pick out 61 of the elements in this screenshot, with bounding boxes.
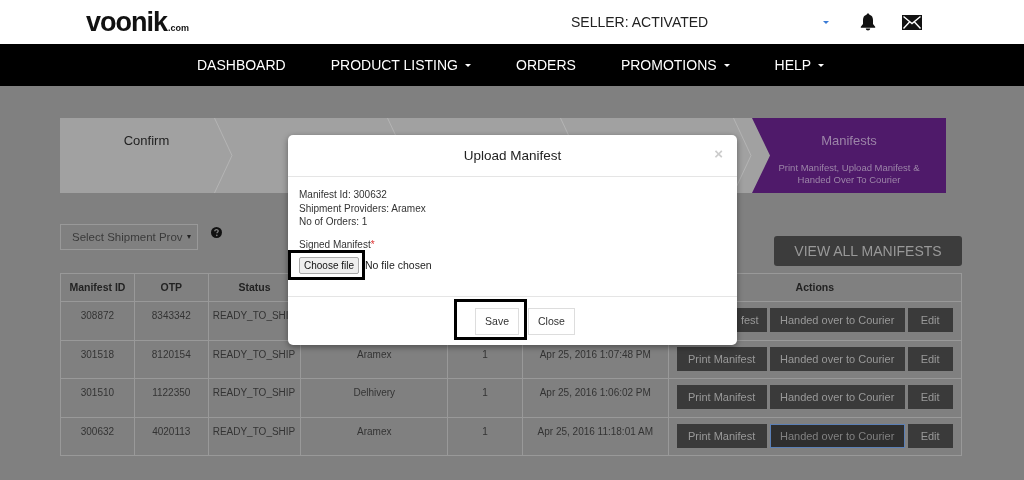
edit-button[interactable]: Edit bbox=[907, 423, 953, 448]
table-cell-text: READY_TO_SHI bbox=[212, 310, 289, 323]
step-label: Confirm bbox=[123, 133, 170, 148]
edit-button[interactable]: Edit bbox=[907, 308, 953, 332]
print-manifest-button[interactable]: Print Manifest bbox=[676, 346, 767, 371]
table-cell-text: READY_TO_SHIP bbox=[212, 348, 296, 362]
column-header: Status bbox=[238, 281, 271, 295]
table-cell-text: 1 bbox=[482, 387, 488, 400]
nav-link[interactable]: ORDERS bbox=[516, 57, 576, 73]
view-all-manifests-button[interactable]: VIEW ALL MANIFESTS bbox=[774, 236, 962, 266]
close-button[interactable]: Close bbox=[528, 307, 575, 335]
step-subtitle: Print Manifest, Upload Manifest & Handed Over To Courier bbox=[777, 162, 921, 186]
handed-over-button[interactable]: Handed over to Courier bbox=[769, 346, 905, 371]
table-cell-text: 301518 bbox=[80, 348, 115, 362]
table-cell-text: Apr 25, 2016 1:07:48 PM bbox=[539, 348, 651, 362]
handed-over-button[interactable]: Handed over to Courier bbox=[769, 385, 905, 409]
table-cell-text: 4020113 bbox=[152, 425, 191, 439]
table-cell-text: 301510 bbox=[80, 387, 115, 400]
logo[interactable]: voonik.com bbox=[86, 6, 190, 38]
table-cell-text: Delhivery bbox=[353, 387, 396, 400]
column-header: OTP bbox=[160, 281, 183, 295]
bell-icon[interactable] bbox=[860, 13, 877, 31]
table-cell-text: READY_TO_SHIP bbox=[212, 387, 296, 400]
nav-link[interactable]: PRODUCT LISTING bbox=[330, 57, 471, 73]
table-cell-text: Aramex bbox=[357, 348, 392, 362]
handed-over-button[interactable]: Handed over to Courier bbox=[769, 423, 905, 448]
save-button[interactable]: Save bbox=[475, 307, 520, 335]
nav-link[interactable]: DASHBOARD bbox=[197, 57, 286, 73]
table-cell-text: 308872 bbox=[80, 310, 115, 323]
nav-link[interactable]: HELP bbox=[774, 57, 825, 73]
edit-button[interactable]: Edit bbox=[907, 385, 953, 409]
table-cell-text: 8343342 bbox=[151, 310, 191, 323]
table-cell-text: 300632 bbox=[80, 425, 115, 439]
shipment-provider-select[interactable]: Select Shipment Prov bbox=[60, 224, 198, 250]
table-cell-text: 8120154 bbox=[151, 348, 191, 362]
table-cell-text: Apr 25, 2016 11:18:01 AM bbox=[537, 425, 653, 439]
print-manifest-button[interactable]: Print Manifest bbox=[676, 423, 767, 448]
table-cell-text: Aramex bbox=[357, 425, 392, 439]
seller-status: SELLER: ACTIVATED bbox=[571, 14, 709, 30]
step-label: Manifests bbox=[821, 133, 877, 148]
help-icon[interactable] bbox=[211, 227, 222, 238]
column-header: Actions bbox=[795, 281, 835, 295]
manifest-detail: Manifest Id: 300632 bbox=[299, 188, 388, 202]
manifest-detail: No of Orders: 1 bbox=[299, 215, 369, 229]
nav-link[interactable]: PROMOTIONS bbox=[620, 57, 730, 73]
file-status: No file chosen bbox=[365, 259, 432, 271]
table-cell-text: 1122350 bbox=[152, 387, 191, 400]
dialog-title: Upload Manifest bbox=[463, 148, 562, 163]
choose-file-button[interactable]: Choose file bbox=[299, 256, 360, 274]
edit-button[interactable]: Edit bbox=[907, 346, 953, 371]
handed-over-button[interactable]: Handed over to Courier bbox=[769, 308, 905, 332]
table-cell-text: READY_TO_SHIP bbox=[212, 425, 296, 439]
table-cell-text: 1 bbox=[482, 425, 488, 439]
table-cell-text: 1 bbox=[482, 348, 488, 362]
column-header: Manifest ID bbox=[69, 281, 126, 295]
caret-icon[interactable] bbox=[823, 20, 830, 24]
table-cell-text: Apr 25, 2016 1:06:02 PM bbox=[539, 387, 651, 400]
field-label: Signed Manifest* bbox=[299, 238, 376, 250]
print-manifest-button[interactable]: Print Manifest bbox=[676, 385, 767, 409]
manifest-detail: Shipment Providers: Aramex bbox=[299, 201, 427, 215]
envelope-icon[interactable] bbox=[902, 14, 923, 30]
